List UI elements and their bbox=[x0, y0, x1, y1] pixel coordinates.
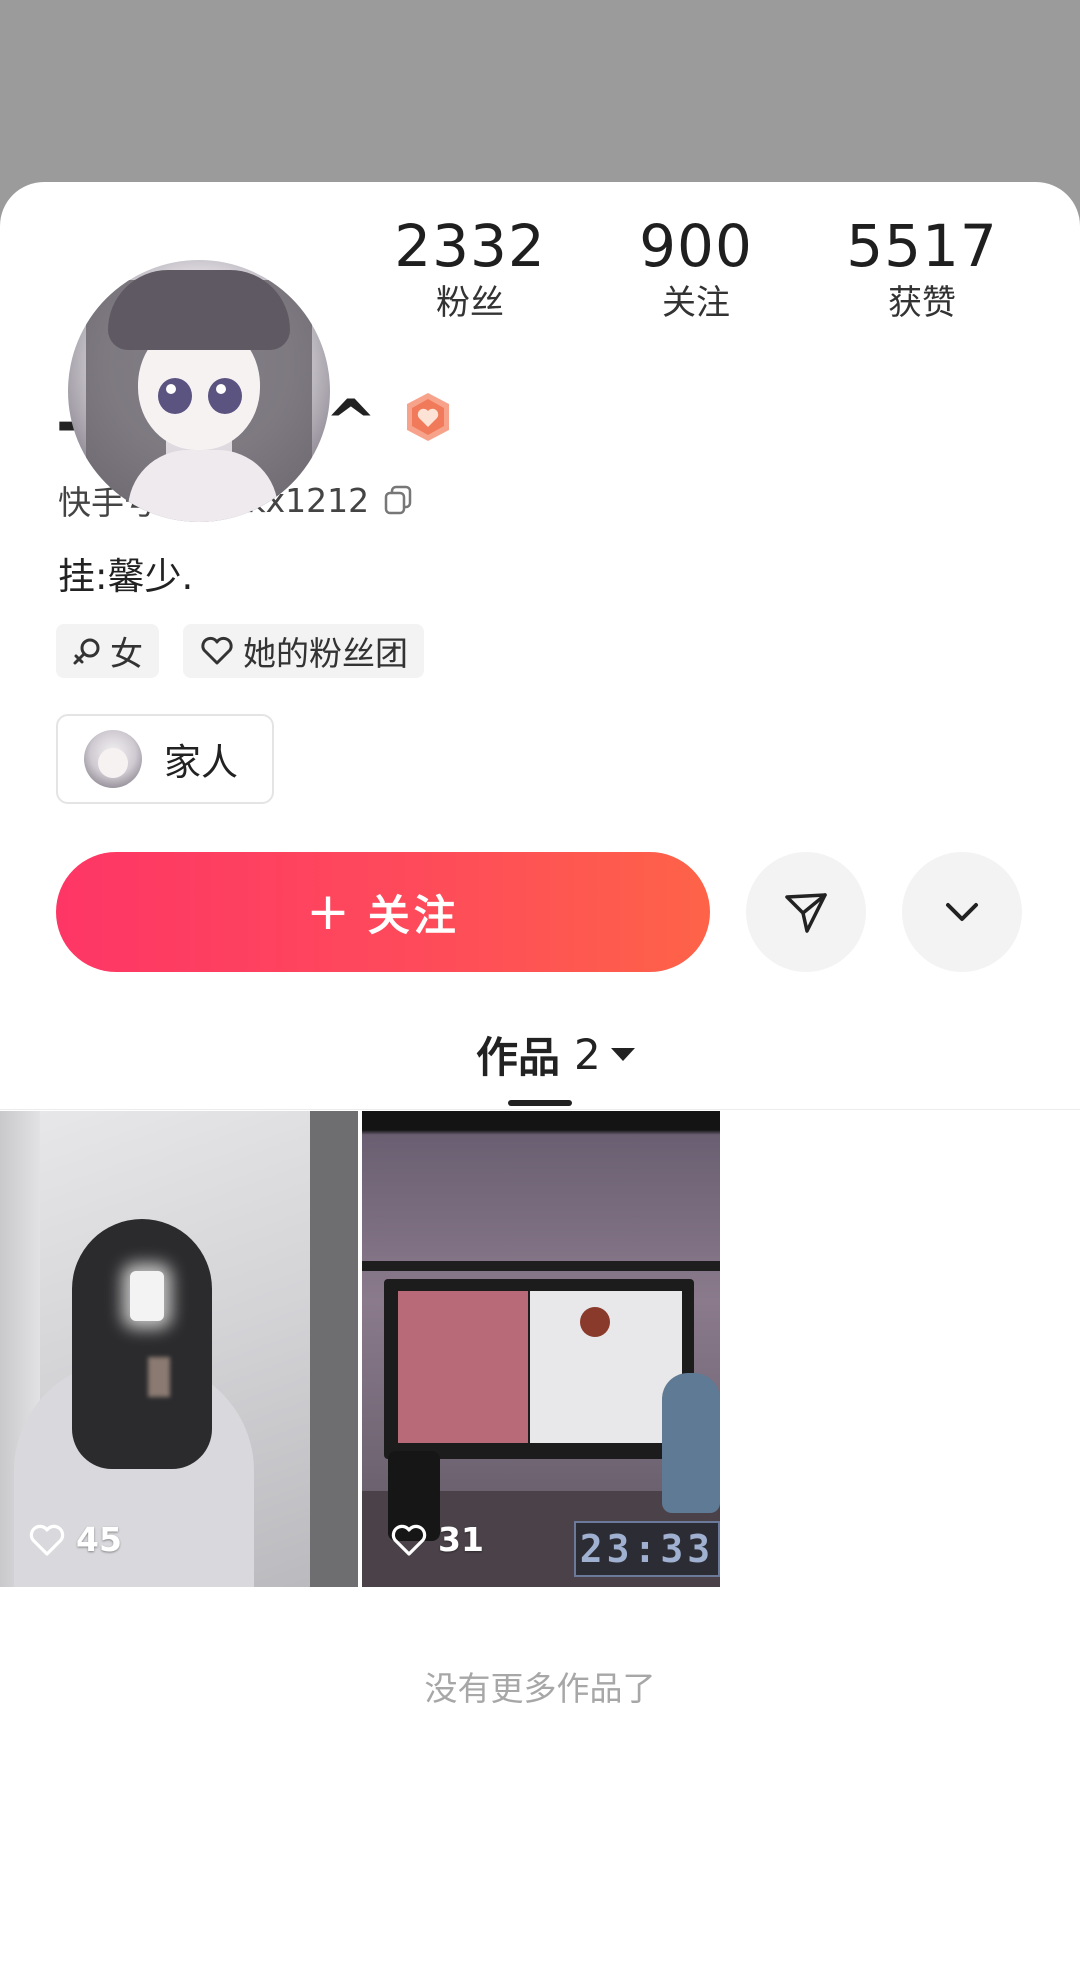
work-tile[interactable]: 23:33 31 bbox=[362, 1111, 720, 1587]
tag-fan-club-label: 她的粉丝团 bbox=[243, 634, 408, 673]
works-grid: 45 23:33 31 bbox=[0, 1111, 1080, 1587]
work-likes: 45 bbox=[28, 1520, 122, 1559]
follow-button[interactable]: + 关注 bbox=[56, 852, 710, 972]
profile-tags: 女 她的粉丝团 bbox=[56, 624, 424, 678]
family-avatar bbox=[84, 730, 142, 788]
female-icon bbox=[73, 638, 100, 665]
works-tab-bar: 作品 2 bbox=[0, 1010, 1080, 1110]
work-likes-count: 31 bbox=[438, 1520, 484, 1559]
family-label: 家人 bbox=[164, 741, 238, 784]
stat-following-value: 900 bbox=[639, 212, 753, 280]
tag-fan-club[interactable]: 她的粉丝团 bbox=[183, 624, 424, 678]
tab-works[interactable]: 作品 2 bbox=[476, 1024, 635, 1085]
family-button[interactable]: 家人 bbox=[56, 714, 274, 804]
tag-gender-label: 女 bbox=[110, 634, 143, 673]
stat-fans[interactable]: 2332 粉丝 bbox=[370, 214, 570, 326]
profile-avatar[interactable] bbox=[68, 260, 330, 522]
tab-works-label: 作品 bbox=[476, 1033, 561, 1082]
more-button[interactable] bbox=[902, 852, 1022, 972]
stat-likes-value: 5517 bbox=[846, 212, 998, 280]
share-button[interactable] bbox=[746, 852, 866, 972]
stat-likes-label: 获赞 bbox=[888, 283, 956, 323]
stat-following-label: 关注 bbox=[662, 283, 730, 323]
heart-outline-icon bbox=[201, 636, 233, 665]
plus-icon: + bbox=[306, 882, 350, 942]
tag-gender: 女 bbox=[56, 624, 159, 678]
no-more-works: 没有更多作品了 bbox=[424, 1669, 656, 1708]
stat-fans-label: 粉丝 bbox=[436, 283, 504, 323]
stat-likes[interactable]: 5517 获赞 bbox=[822, 214, 1022, 326]
tab-underline bbox=[508, 1100, 572, 1106]
profile-bio: 挂:馨少. bbox=[58, 555, 194, 598]
send-icon bbox=[785, 893, 827, 933]
caret-down-icon bbox=[610, 1048, 635, 1061]
chevron-down-icon bbox=[946, 903, 978, 921]
tab-works-count: 2 bbox=[574, 1030, 601, 1079]
stat-following[interactable]: 900 关注 bbox=[596, 214, 796, 326]
heart-outline-icon bbox=[391, 1524, 427, 1556]
follow-button-label: 关注 bbox=[367, 890, 460, 940]
level-badge-icon[interactable] bbox=[403, 391, 453, 443]
work-likes: 31 bbox=[390, 1520, 484, 1559]
heart-outline-icon bbox=[29, 1524, 65, 1556]
work-tile[interactable]: 45 bbox=[0, 1111, 358, 1587]
desk-clock: 23:33 bbox=[574, 1521, 720, 1577]
work-likes-count: 45 bbox=[76, 1520, 122, 1559]
stat-fans-value: 2332 bbox=[394, 212, 546, 280]
copy-icon[interactable] bbox=[383, 484, 413, 516]
